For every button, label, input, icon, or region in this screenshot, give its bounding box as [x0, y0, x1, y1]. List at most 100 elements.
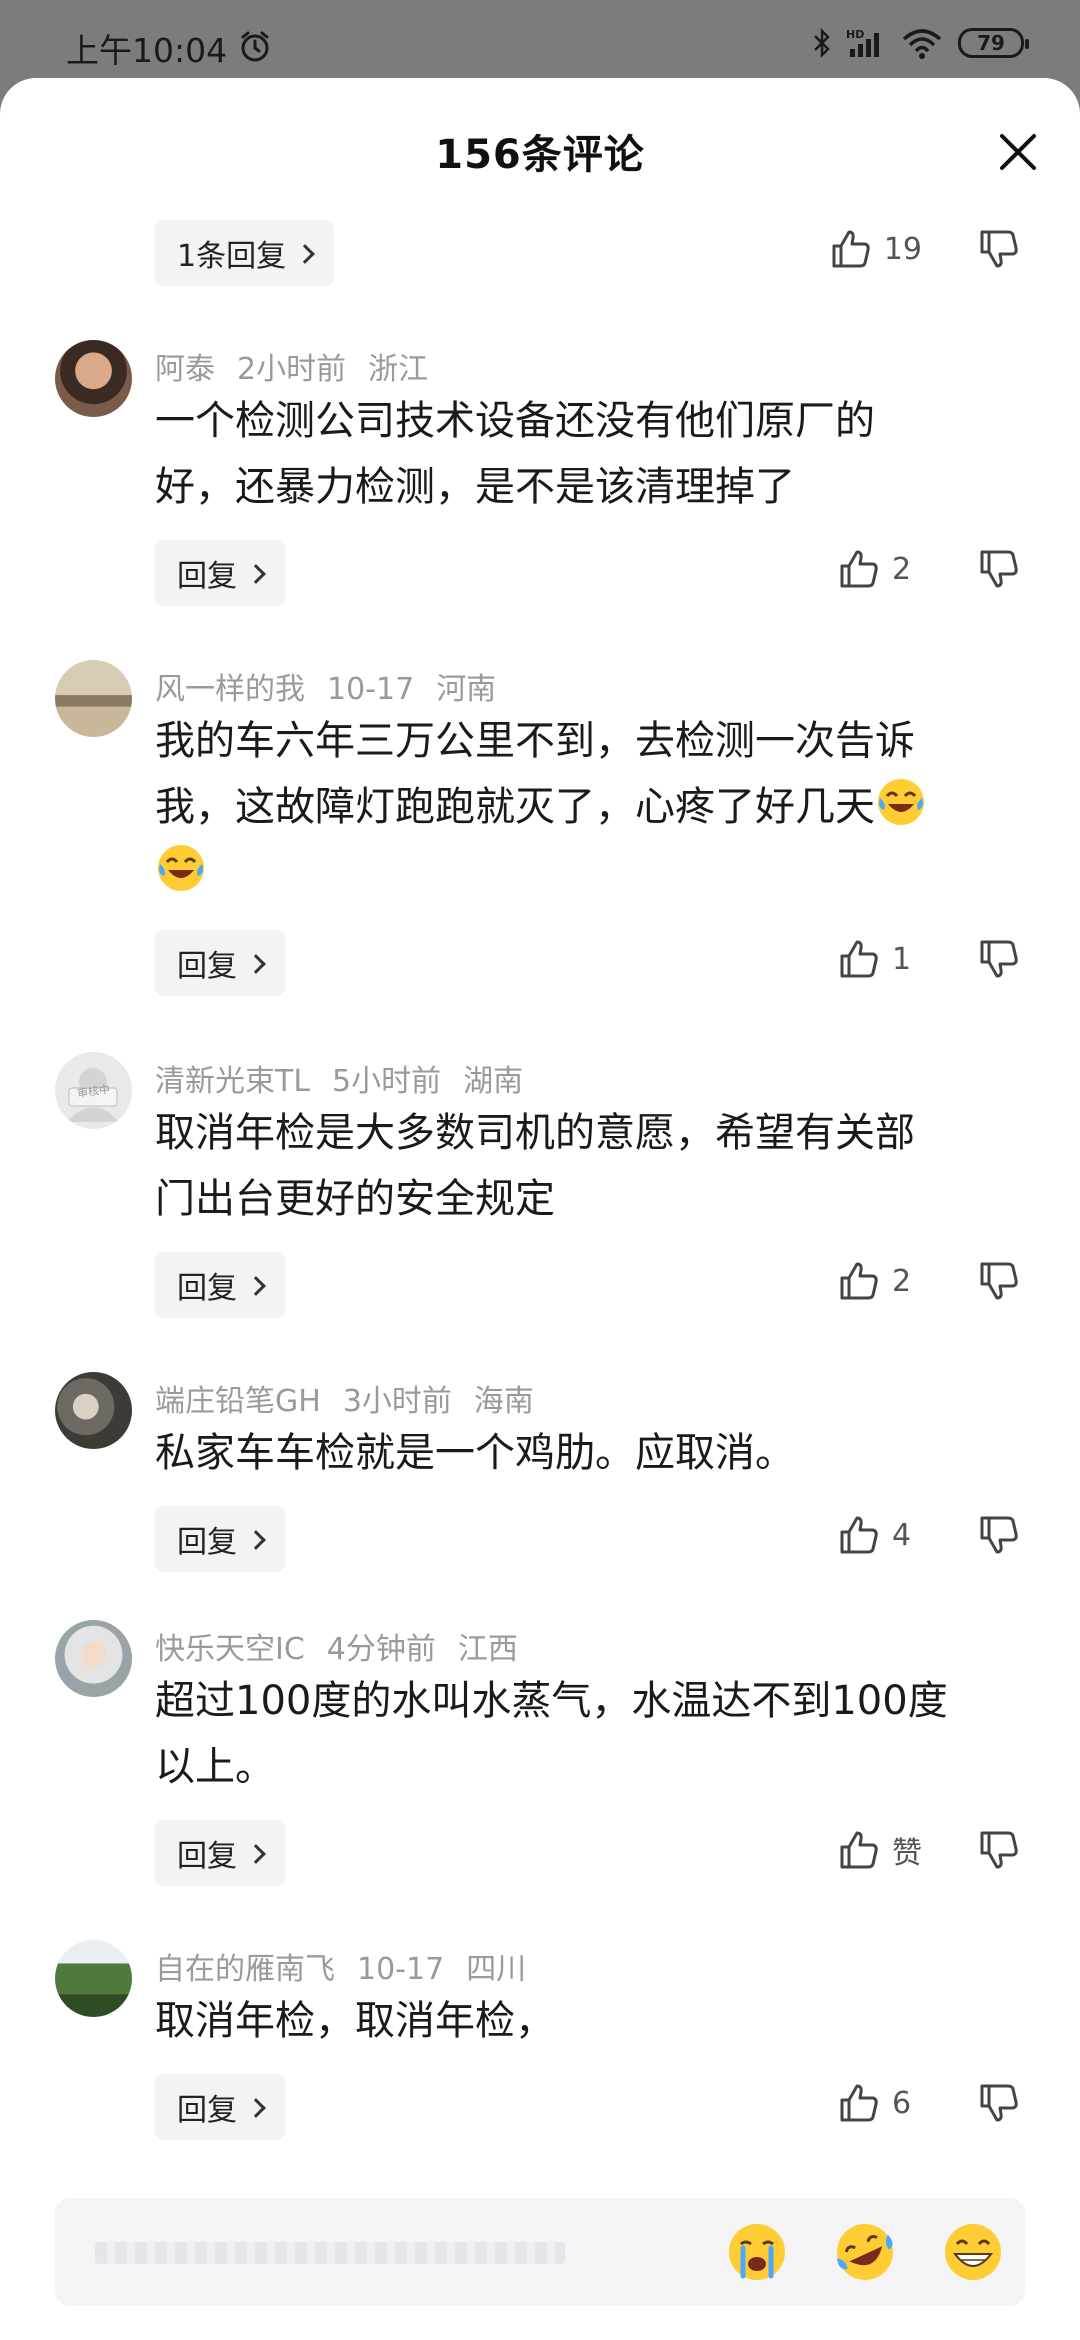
avatar[interactable] [55, 1940, 132, 2017]
reply-button[interactable]: 回复 [155, 1820, 285, 1886]
comment-text[interactable]: 取消年检是大多数司机的意愿，希望有关部 门出台更好的安全规定 [155, 1100, 1025, 1232]
chevron-right-icon [246, 1530, 266, 1550]
comment-actions: 1 [838, 938, 1020, 980]
like-button[interactable]: 2 [838, 1260, 922, 1302]
reply-label: 回复 [177, 2093, 237, 2128]
like-button[interactable]: 2 [838, 548, 922, 590]
thumbs-down-icon[interactable] [978, 1829, 1020, 1871]
status-icons: HD 79 [812, 26, 1029, 60]
commenter-name[interactable]: 阿泰 [155, 352, 215, 387]
like-count: 6 [892, 2085, 912, 2121]
comment-text[interactable]: 我的车六年三万公里不到，去检测一次告诉 我，这故障灯跑跑就灭了，心疼了好几天 [155, 708, 1025, 906]
comment-actions: 19 [830, 228, 1020, 270]
comment-time: 10-17 [357, 1952, 445, 1987]
comment-line: 超过100度的水叫水蒸气，水温达不到100度 [155, 1678, 948, 1724]
comment-line: 好，还暴力检测，是不是该清理掉了 [155, 464, 795, 510]
comment-time: 4分钟前 [326, 1632, 436, 1667]
avatar[interactable] [55, 1372, 132, 1449]
thumbs-down-icon[interactable] [978, 228, 1020, 270]
chevron-right-icon [295, 244, 315, 264]
avatar[interactable] [55, 660, 132, 737]
thumbs-down-icon[interactable] [978, 1514, 1020, 1556]
like-button[interactable]: 4 [838, 1514, 922, 1556]
comment-item: 风一样的我 10-17 河南 我的车六年三万公里不到，去检测一次告诉 我，这故障灯跑… [0, 660, 1080, 1040]
like-count: 2 [892, 551, 912, 587]
reply-button[interactable]: 回复 [155, 2074, 285, 2140]
like-button[interactable]: 1 [838, 938, 922, 980]
battery-indicator: 79 [958, 28, 1029, 58]
comment-time: 3小时前 [342, 1384, 452, 1419]
comment-actions: 2 [838, 548, 1020, 590]
reply-button[interactable]: 回复 [155, 1252, 285, 1318]
view-replies-label: 1条回复 [177, 239, 287, 274]
comment-text[interactable]: 私家车车检就是一个鸡肋。应取消。 [155, 1420, 1025, 1486]
reply-label: 回复 [177, 559, 237, 594]
comment-line: 门出台更好的安全规定 [155, 1176, 555, 1222]
comment-region: 江西 [457, 1632, 518, 1667]
like-count: 2 [892, 1263, 912, 1299]
thumbs-up-icon [840, 940, 878, 978]
thumbs-down-icon[interactable] [978, 548, 1020, 590]
commenter-name[interactable]: 清新光束TL [155, 1064, 310, 1099]
chevron-right-icon [246, 1844, 266, 1864]
thumbs-up-icon [840, 2084, 878, 2122]
comment-meta: 风一样的我 10-17 河南 [155, 664, 518, 708]
comment-line: 私家车车检就是一个鸡肋。应取消。 [155, 1430, 795, 1476]
comment-actions: 4 [838, 1514, 1020, 1556]
rolling-laughing-emoji-icon[interactable] [831, 2218, 899, 2286]
comment-line: 取消年检，取消年检， [155, 1998, 555, 2044]
chevron-right-icon [246, 1276, 266, 1296]
like-button[interactable]: 6 [838, 2082, 922, 2124]
input-placeholder-obscured [95, 2242, 565, 2264]
comment-time: 10-17 [327, 672, 415, 707]
crying-emoji-icon[interactable] [723, 2218, 791, 2286]
thumbs-down-icon[interactable] [978, 1260, 1020, 1302]
comment-line: 我，这故障灯跑跑就灭了，心疼了好几天 [155, 784, 875, 830]
battery-level: 79 [977, 31, 1005, 55]
status-bar: 上午10:04 HD 79 [0, 0, 1080, 78]
reply-button[interactable]: 回复 [155, 1506, 285, 1572]
close-icon[interactable] [992, 126, 1044, 178]
view-replies-button[interactable]: 1条回复 [155, 220, 335, 286]
comment-meta: 端庄铅笔GH 3小时前 海南 [155, 1376, 556, 1420]
comment-item: 阿泰 2小时前 浙江 一个检测公司技术设备还没有他们原厂的 好，还暴力检测，是不是该… [0, 340, 1080, 640]
thumbs-down-icon[interactable] [978, 2082, 1020, 2124]
comment-text[interactable]: 超过100度的水叫水蒸气，水温达不到100度 以上。 [155, 1668, 1025, 1800]
comment-text[interactable]: 取消年检，取消年检， [155, 1988, 1025, 2054]
reply-label: 回复 [177, 1839, 237, 1874]
commenter-name[interactable]: 自在的雁南飞 [155, 1952, 335, 1987]
reply-button[interactable]: 回复 [155, 930, 285, 996]
commenter-name[interactable]: 端庄铅笔GH [155, 1384, 321, 1419]
comment-input[interactable] [55, 2198, 1025, 2306]
comment-meta: 阿泰 2小时前 浙江 [155, 344, 450, 388]
grinning-emoji-icon[interactable] [939, 2218, 1007, 2286]
reply-label: 回复 [177, 1525, 237, 1560]
avatar[interactable] [55, 340, 132, 417]
signal-icon: HD [846, 28, 879, 57]
like-button[interactable]: 19 [830, 228, 922, 270]
reply-button[interactable]: 回复 [155, 540, 285, 606]
comment-line: 我的车六年三万公里不到，去检测一次告诉 [155, 718, 915, 764]
chevron-right-icon [246, 564, 266, 584]
tears-of-joy-emoji-icon [158, 845, 204, 891]
comment-region: 四川 [466, 1952, 527, 1987]
comment-item: 快乐天空IC 4分钟前 江西 超过100度的水叫水蒸气，水温达不到100度 以上。 … [0, 1620, 1080, 1920]
comment-region: 浙江 [368, 352, 429, 387]
like-count: 19 [883, 231, 922, 267]
avatar[interactable]: 审核中 [55, 1052, 132, 1129]
thumbs-up-icon [840, 1516, 878, 1554]
thumbs-up-icon [840, 550, 878, 588]
thumbs-down-icon[interactable] [978, 938, 1020, 980]
comment-item: 自在的雁南飞 10-17 四川 取消年检，取消年检， 回复 6 [0, 1940, 1080, 2180]
commenter-name[interactable]: 快乐天空IC [155, 1632, 305, 1667]
previous-comment-tail: 1条回复 19 [0, 220, 1080, 310]
comment-text[interactable]: 一个检测公司技术设备还没有他们原厂的 好，还暴力检测，是不是该清理掉了 [155, 388, 1025, 520]
comment-region: 河南 [436, 672, 497, 707]
comment-actions: 赞 [838, 1828, 1020, 1872]
comment-region: 海南 [473, 1384, 534, 1419]
commenter-name[interactable]: 风一样的我 [155, 672, 305, 707]
comment-region: 湖南 [463, 1064, 524, 1099]
comment-meta: 自在的雁南飞 10-17 四川 [155, 1944, 548, 1988]
avatar[interactable] [55, 1620, 132, 1697]
like-button[interactable]: 赞 [838, 1828, 922, 1872]
